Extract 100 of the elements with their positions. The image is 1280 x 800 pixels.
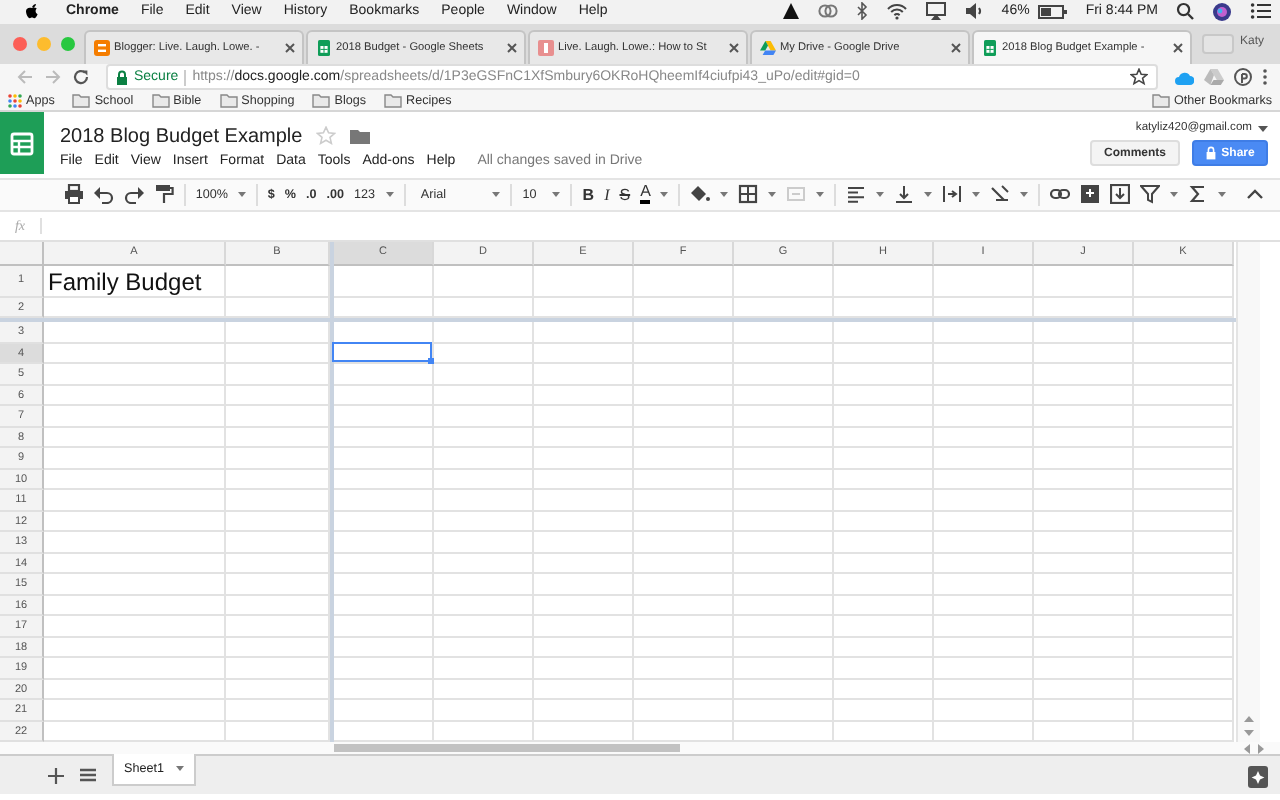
table-cell bbox=[634, 532, 734, 554]
table-cell bbox=[1034, 385, 1134, 407]
all-sheets-icon[interactable] bbox=[80, 768, 96, 783]
table-cell bbox=[634, 427, 734, 449]
table-cell bbox=[534, 658, 634, 680]
close-icon[interactable] bbox=[506, 42, 518, 55]
table-cell bbox=[634, 595, 734, 617]
table-cell bbox=[1134, 553, 1234, 575]
table-cell bbox=[1034, 265, 1134, 298]
table-cell bbox=[334, 616, 434, 638]
table-cell bbox=[534, 553, 634, 575]
insert-chart-icon[interactable] bbox=[1110, 184, 1131, 205]
close-icon[interactable] bbox=[1172, 42, 1184, 55]
volume-icon[interactable] bbox=[963, 2, 984, 21]
wifi-icon[interactable] bbox=[885, 2, 908, 21]
cloud-icon[interactable] bbox=[1174, 69, 1194, 86]
table-cell bbox=[434, 658, 534, 680]
horizontal-scrollbar[interactable] bbox=[334, 743, 680, 752]
strikethrough-button[interactable]: S bbox=[619, 185, 631, 204]
table-cell bbox=[534, 511, 634, 533]
table-cell bbox=[734, 406, 834, 428]
caret-icon bbox=[175, 766, 184, 773]
table-cell bbox=[1134, 637, 1234, 659]
table-cell bbox=[1134, 364, 1234, 386]
table-cell bbox=[834, 679, 934, 701]
table-cell bbox=[734, 574, 834, 596]
star-icon[interactable] bbox=[1130, 68, 1148, 87]
table-cell bbox=[734, 679, 834, 701]
italic-button[interactable]: I bbox=[604, 185, 610, 204]
table-cell bbox=[1134, 574, 1234, 596]
text-rotation-button[interactable] bbox=[990, 184, 1029, 205]
table-cell bbox=[334, 574, 434, 596]
caret-icon bbox=[1020, 191, 1029, 198]
explore-icon[interactable] bbox=[1248, 766, 1268, 789]
rings-icon[interactable] bbox=[817, 2, 838, 21]
spreadsheet-icon bbox=[10, 131, 34, 156]
table-cell bbox=[634, 343, 734, 365]
scroll-right-icon[interactable] bbox=[1258, 743, 1264, 754]
table-cell bbox=[734, 490, 834, 512]
text-color-button[interactable]: A bbox=[640, 184, 669, 205]
table-cell bbox=[434, 595, 534, 617]
airplay-icon[interactable] bbox=[925, 2, 946, 21]
table-cell bbox=[634, 265, 734, 298]
table-cell bbox=[534, 574, 634, 596]
pinterest-icon[interactable] bbox=[1234, 68, 1252, 87]
scroll-up-icon[interactable] bbox=[1244, 716, 1254, 723]
caret-icon bbox=[1218, 191, 1227, 198]
table-cell bbox=[634, 406, 734, 428]
menu-icon[interactable] bbox=[1262, 68, 1268, 87]
table-cell bbox=[934, 265, 1034, 298]
list-icon[interactable] bbox=[1250, 2, 1272, 21]
table-cell bbox=[934, 532, 1034, 554]
bold-button[interactable]: B bbox=[582, 185, 595, 204]
close-icon[interactable] bbox=[728, 42, 740, 55]
apple-icon[interactable] bbox=[24, 2, 40, 21]
scroll-left-icon[interactable] bbox=[1244, 743, 1250, 754]
paint-format-icon[interactable] bbox=[154, 184, 174, 205]
siri-icon[interactable] bbox=[1212, 1, 1232, 22]
borders-button[interactable] bbox=[738, 184, 777, 205]
battery-icon[interactable] bbox=[1037, 3, 1068, 20]
table-cell bbox=[834, 700, 934, 722]
search-icon[interactable] bbox=[1176, 2, 1194, 21]
table-cell bbox=[1034, 490, 1134, 512]
table-cell bbox=[734, 595, 834, 617]
close-icon[interactable] bbox=[950, 42, 962, 55]
table-cell bbox=[634, 616, 734, 638]
sheets-logo[interactable] bbox=[0, 112, 44, 175]
text-wrap-button[interactable] bbox=[942, 184, 981, 205]
merge-button[interactable] bbox=[786, 184, 825, 205]
document-title[interactable]: 2018 Blog Budget Example bbox=[60, 125, 303, 148]
table-cell bbox=[634, 658, 734, 680]
scroll-down-icon[interactable] bbox=[1244, 730, 1254, 737]
table-cell bbox=[434, 553, 534, 575]
align-left-button[interactable] bbox=[846, 184, 885, 205]
bluetooth-icon[interactable] bbox=[855, 2, 868, 21]
vertical-scrollbar[interactable] bbox=[1236, 241, 1260, 743]
redo-icon[interactable] bbox=[124, 184, 144, 205]
close-icon[interactable] bbox=[284, 42, 296, 55]
collapse-icon[interactable] bbox=[1246, 188, 1265, 201]
table-cell bbox=[834, 364, 934, 386]
table-cell bbox=[434, 616, 534, 638]
fill-color-button[interactable] bbox=[690, 184, 729, 205]
undo-icon[interactable] bbox=[94, 184, 114, 205]
print-icon[interactable] bbox=[64, 184, 84, 205]
table-cell bbox=[734, 448, 834, 470]
table-cell bbox=[734, 532, 834, 554]
table-cell bbox=[534, 427, 634, 449]
add-sheet-icon[interactable] bbox=[48, 768, 64, 785]
folder-icon[interactable] bbox=[350, 128, 371, 145]
align-bottom-button[interactable] bbox=[894, 184, 933, 205]
table-cell bbox=[934, 385, 1034, 407]
table-cell bbox=[534, 700, 634, 722]
table-cell bbox=[634, 322, 734, 344]
table-cell bbox=[1034, 637, 1134, 659]
comment-icon[interactable] bbox=[1080, 184, 1101, 205]
table-cell bbox=[1134, 427, 1234, 449]
link-icon[interactable] bbox=[1050, 184, 1071, 205]
functions-button[interactable] bbox=[1188, 184, 1227, 205]
reload-icon[interactable] bbox=[72, 68, 90, 87]
filter-button[interactable] bbox=[1140, 184, 1179, 205]
